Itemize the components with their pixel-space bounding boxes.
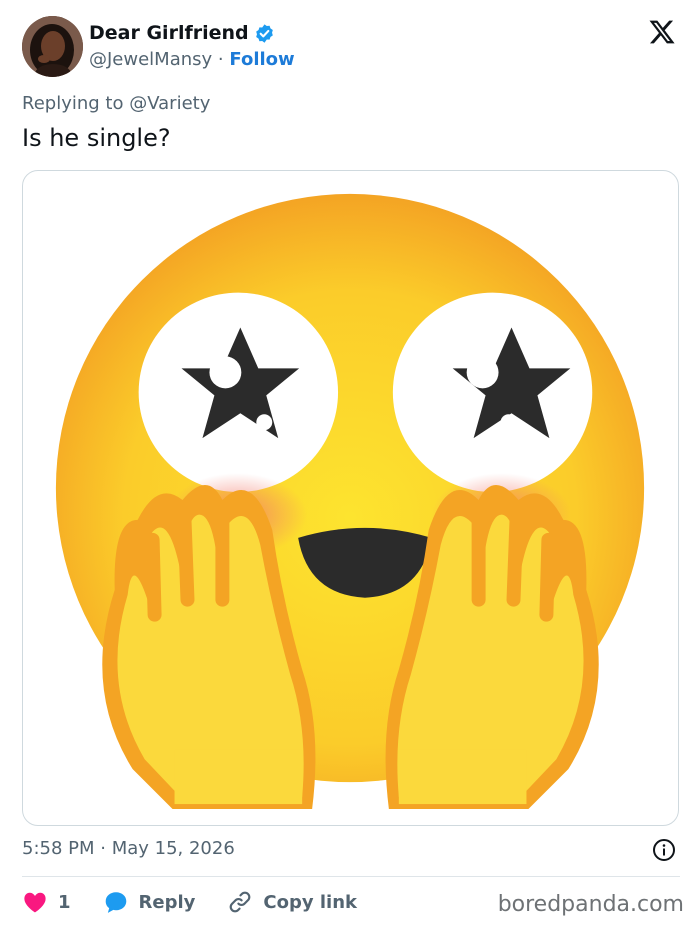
handle-row: @JewelMansy · Follow	[89, 49, 295, 70]
separator: ·	[217, 49, 224, 70]
replying-to: Replying to @Variety	[22, 93, 210, 114]
x-logo-icon[interactable]	[648, 18, 676, 46]
tweet-header: Dear Girlfriend @JewelMansy · Follow	[22, 16, 680, 78]
follow-button[interactable]: Follow	[229, 49, 294, 70]
tweet-text: Is he single?	[22, 124, 171, 152]
tweet-card: Dear Girlfriend @JewelMansy · Follow Rep…	[0, 0, 700, 929]
star-struck-emoji-icon	[55, 193, 645, 810]
tweet-media[interactable]	[22, 170, 679, 826]
reply-bubble-icon	[105, 892, 126, 913]
watermark: boredpanda.com	[497, 892, 684, 917]
tweet-timestamp[interactable]: 5:58 PM · May 15, 2026	[22, 838, 235, 859]
name-row: Dear Girlfriend	[89, 22, 275, 44]
handle[interactable]: @JewelMansy	[89, 49, 212, 70]
info-icon[interactable]	[652, 838, 676, 862]
reply-button[interactable]: Reply	[103, 889, 196, 915]
avatar[interactable]	[22, 16, 83, 77]
copy-link-button[interactable]: Copy link	[227, 889, 357, 915]
like-button[interactable]: 1	[22, 889, 71, 915]
link-icon	[230, 891, 251, 913]
copy-link-label: Copy link	[263, 891, 357, 913]
tweet-actions: 1 Reply Copy link	[22, 887, 389, 917]
like-count: 1	[58, 891, 71, 913]
replying-mention[interactable]: @Variety	[129, 93, 210, 114]
replying-prefix: Replying to	[22, 93, 124, 114]
reply-label: Reply	[138, 891, 196, 913]
heart-icon	[24, 892, 46, 913]
verified-badge-icon	[255, 23, 273, 43]
display-name[interactable]: Dear Girlfriend	[89, 22, 249, 44]
divider	[22, 876, 680, 877]
